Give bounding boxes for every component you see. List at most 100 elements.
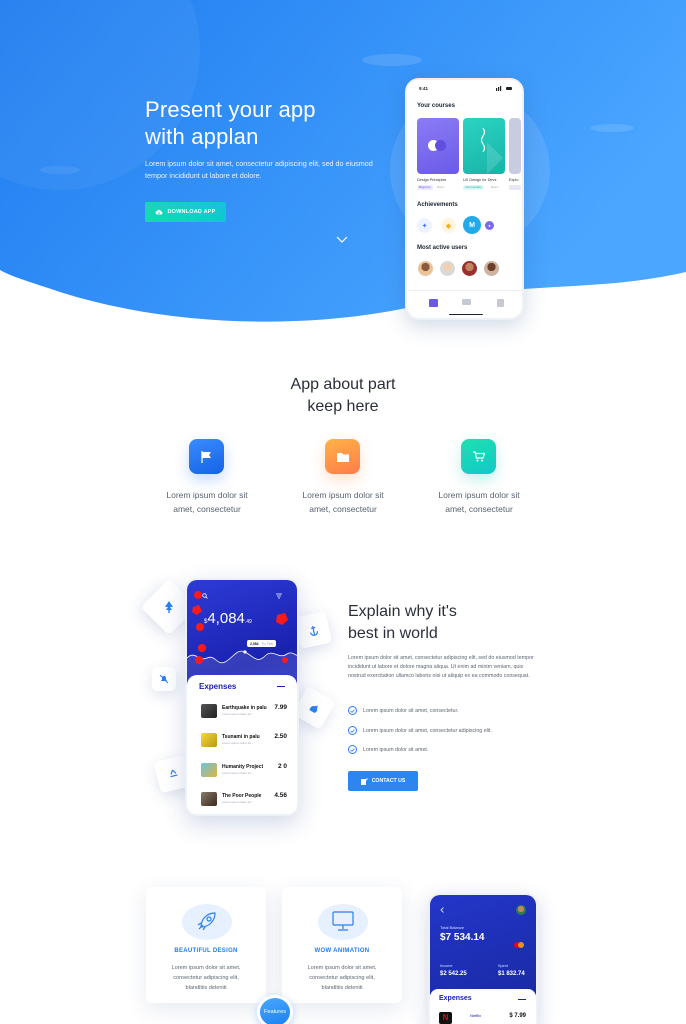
book-icon[interactable] xyxy=(429,299,438,307)
card-text: Lorem ipsum dolor sit amet, consectetur … xyxy=(160,963,252,993)
course-tag xyxy=(509,185,521,190)
course-tag: Basic xyxy=(491,185,499,189)
cart-icon xyxy=(472,451,485,462)
landing-page: Present your app with applan Lorem ipsum… xyxy=(0,0,686,1024)
expense-name: Netflix xyxy=(470,1013,482,1018)
expense-subtitle: Lorem ipsum dolor sit ... xyxy=(222,741,255,745)
expense-amount: 4.56 xyxy=(274,792,287,799)
tree-icon xyxy=(165,601,173,613)
course-name-3: Explo xyxy=(509,178,519,182)
recycle-icon xyxy=(169,769,177,777)
check-text: Lorem ipsum dolor sit amet, consectetur. xyxy=(363,707,459,714)
download-app-label: DOWNLOAD APP xyxy=(167,209,216,215)
cloud-download-icon xyxy=(156,209,163,215)
expense-subtitle: Lorem ipsum dolor sit ... xyxy=(222,800,255,804)
avatar[interactable] xyxy=(461,260,478,277)
float-card-mute xyxy=(152,667,176,691)
status-time: 9:41 xyxy=(419,86,429,91)
expenses-heading: Expenses xyxy=(199,682,237,691)
course-card-1[interactable] xyxy=(417,118,459,174)
card-text-line: blanditiis deleniti xyxy=(321,985,363,991)
flag-icon xyxy=(201,450,211,463)
sketch-icon[interactable]: ◆ xyxy=(441,218,456,233)
menu-dash-icon[interactable] xyxy=(518,999,526,1001)
check-text: Lorem ipsum dolor sit amet. xyxy=(363,746,429,753)
card-title: BEAUTIFUL DESIGN xyxy=(174,948,238,954)
card-text-line: Lorem ipsum dolor sit amet, xyxy=(307,965,377,971)
monitor-icon xyxy=(332,911,354,931)
feature-text-3: Lorem ipsum dolor sit amet, consectetur xyxy=(424,488,534,516)
expense-name: Humanity Project xyxy=(222,764,264,770)
feature-text-line: Lorem ipsum dolor sit xyxy=(302,490,384,500)
check-icon xyxy=(348,726,357,735)
decorative-markers xyxy=(192,591,288,664)
check-item-2: Lorem ipsum dolor sit amet, consectetur … xyxy=(348,726,492,735)
hero-phone-mockup: 9:41 Your courses Design Principles UX D… xyxy=(405,78,524,320)
scroll-down-chevron-icon[interactable] xyxy=(336,236,348,244)
course-card-3[interactable] xyxy=(509,118,521,174)
document-icon[interactable] xyxy=(497,299,504,307)
card-title: WOW ANIMATION xyxy=(314,948,370,954)
folder-icon xyxy=(336,452,349,462)
expense-row[interactable]: Humanity Project Lorem ipsum dolor sit .… xyxy=(201,760,287,782)
avatar[interactable] xyxy=(439,260,456,277)
expense-amount: 2 0 xyxy=(277,763,287,770)
feature-text-2: Lorem ipsum dolor sit amet, consectetur xyxy=(288,488,398,516)
course-illustration xyxy=(480,127,503,174)
back-icon[interactable] xyxy=(440,907,444,913)
check-item-3: Lorem ipsum dolor sit amet. xyxy=(348,745,428,754)
contact-us-label: CONTACT US xyxy=(371,778,406,784)
figma-icon[interactable]: ✦ xyxy=(417,218,432,233)
active-users-heading: Most active users xyxy=(417,245,468,251)
expense-amount: $ 7.99 xyxy=(509,1013,526,1019)
expense-row[interactable]: Earthquake in palu Lorem ipsum dolor sit… xyxy=(201,701,287,723)
features-badge[interactable]: Features xyxy=(257,995,293,1024)
check-item-1: Lorem ipsum dolor sit amet, consectetur. xyxy=(348,706,458,715)
expense-row[interactable]: Tsunami in palu Lorem ipsum dolor sit ..… xyxy=(201,730,287,752)
balance-panel: Total Balance $7 534.14 Income $2 542.25… xyxy=(430,895,536,995)
contact-us-button[interactable]: CONTACT US xyxy=(348,771,418,791)
expense-amount: 2.50 xyxy=(274,733,287,740)
expense-name: Tsunami in palu xyxy=(222,734,260,740)
check-icon xyxy=(348,745,357,754)
avatar[interactable] xyxy=(417,260,434,277)
feature-folder-tile xyxy=(325,439,360,474)
expense-subtitle: Lorem ipsum dolor sit ... xyxy=(222,771,255,775)
card-logo-icon xyxy=(514,935,524,953)
expense-thumbnail xyxy=(201,792,217,806)
card-text-line: consectetur adipiscing elit, xyxy=(173,975,239,981)
avatar[interactable] xyxy=(516,905,526,915)
explain-title: Explain why it's best in world xyxy=(348,601,548,645)
about-title-line1: App about part xyxy=(290,376,396,393)
download-app-button[interactable]: DOWNLOAD APP xyxy=(145,202,226,222)
course-card-2[interactable] xyxy=(463,118,505,174)
hex-icon[interactable]: ● xyxy=(485,221,494,230)
badge-icon[interactable]: M xyxy=(463,216,481,234)
expense-row[interactable]: The Poor People Lorem ipsum dolor sit ..… xyxy=(201,789,287,811)
explain-title-line1: Explain why it's xyxy=(348,603,457,620)
expense-name: The Poor People xyxy=(222,793,262,799)
avatar[interactable] xyxy=(483,260,500,277)
menu-dash-icon[interactable] xyxy=(277,686,285,688)
chat-icon[interactable] xyxy=(462,299,471,307)
hero-title: Present your app with applan xyxy=(145,96,395,150)
course-tag: Basic xyxy=(437,185,445,189)
spent-value: $1 832.74 xyxy=(498,971,525,977)
income-label: Income xyxy=(440,964,453,968)
hero-description: Lorem ipsum dolor sit amet, consectetur … xyxy=(145,159,373,180)
card-text-line: Lorem ipsum dolor sit amet, xyxy=(171,965,241,971)
balance-phone-mockup: Total Balance $7 534.14 Income $2 542.25… xyxy=(428,893,538,1024)
home-indicator xyxy=(449,313,483,315)
course-shape xyxy=(435,140,446,151)
rocket-icon xyxy=(197,912,216,931)
courses-heading: Your courses xyxy=(417,103,455,109)
check-text: Lorem ipsum dolor sit amet, consectetur … xyxy=(363,727,492,734)
anchor-icon xyxy=(309,625,318,636)
feature-text-line: amet, consectetur xyxy=(173,504,241,514)
course-tag: Beginner xyxy=(417,185,434,190)
expenses-heading: Expenses xyxy=(439,995,472,1002)
income-value: $2 542.25 xyxy=(440,971,467,977)
bell-off-icon xyxy=(159,674,169,684)
feature-text-line: Lorem ipsum dolor sit xyxy=(438,490,520,500)
check-icon xyxy=(348,706,357,715)
